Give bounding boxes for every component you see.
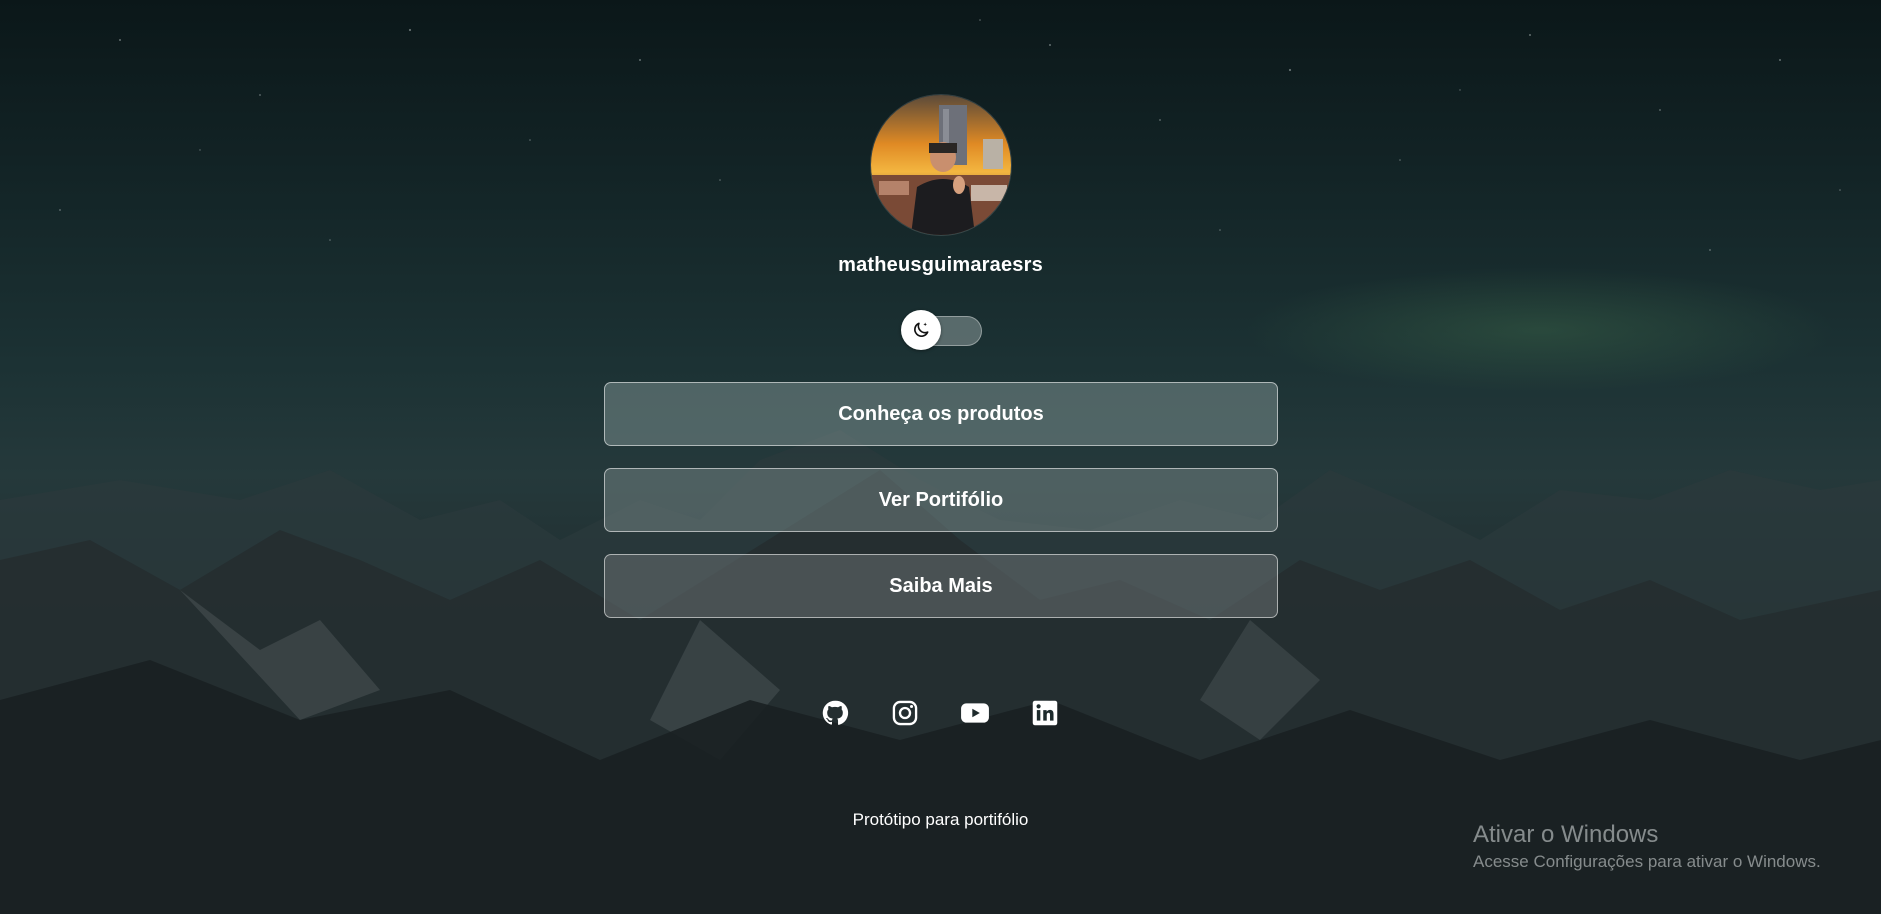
learn-more-link-button[interactable]: Saiba Mais [604,554,1278,618]
github-icon[interactable] [820,698,850,728]
moon-icon [911,320,931,340]
profile-username: matheusguimaraesrs [838,254,1043,276]
theme-toggle-knob[interactable] [901,310,941,350]
windows-activation-watermark: Ativar o Windows Acesse Configurações pa… [1473,820,1821,874]
linkedin-icon[interactable] [1030,698,1060,728]
instagram-icon[interactable] [890,698,920,728]
portfolio-link-button[interactable]: Ver Portifólio [604,468,1278,532]
watermark-title: Ativar o Windows [1473,821,1659,848]
products-link-button[interactable]: Conheça os produtos [604,382,1278,446]
page-background: matheusguimaraesrs Conheça os produtos V… [0,0,1881,914]
profile-avatar [871,95,1011,235]
youtube-icon[interactable] [960,698,990,728]
theme-toggle[interactable] [901,310,982,350]
social-links [820,698,1070,730]
watermark-subtitle: Acesse Configurações para ativar o Windo… [1473,852,1821,871]
